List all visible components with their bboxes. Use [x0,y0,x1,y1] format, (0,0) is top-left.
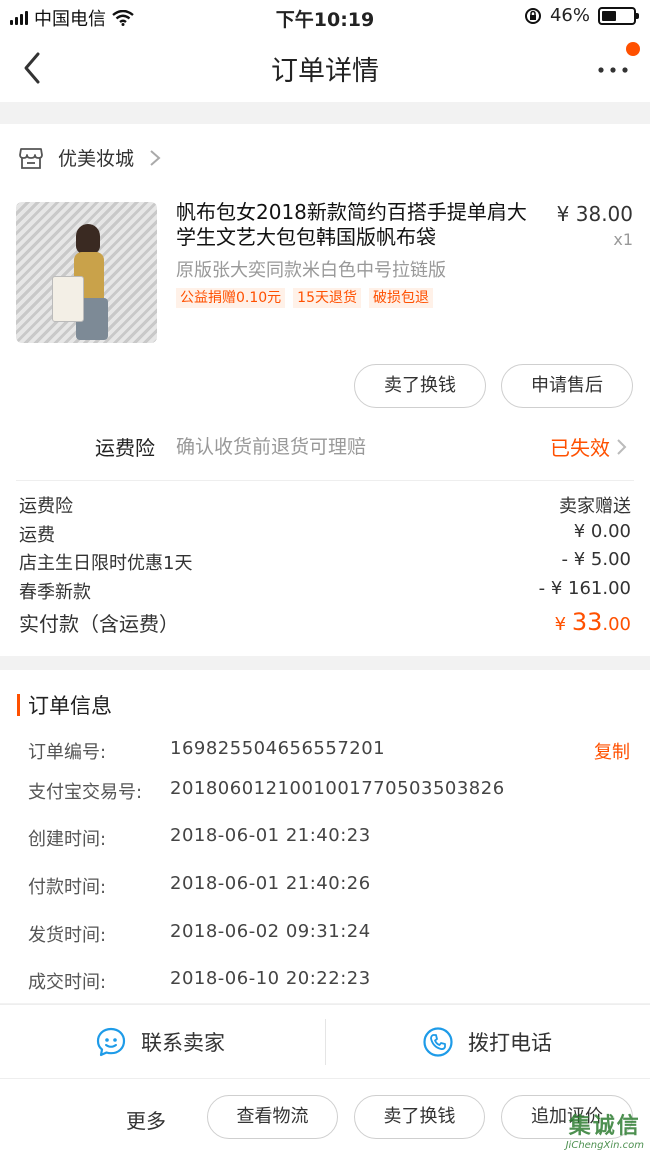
battery-percent: 46% [549,5,590,26]
product-sku: 原版张大奕同款米白色中号拉链版 [176,260,446,281]
tag-donation: 公益捐赠0.10元 [176,288,286,308]
nav-bar: 订单详情 [0,34,650,102]
order-info-header: 订单信息 [17,690,112,720]
info-key: 订单编号: [28,742,107,763]
info-key: 成交时间: [28,972,107,993]
info-value: 2018-06-01 21:40:26 [170,873,371,894]
call-phone-label: 拨打电话 [468,1031,552,1055]
watermark-text: 集诚信 [568,1114,641,1139]
total-currency: ¥ [554,614,572,635]
store-icon [19,147,43,169]
product-price: ¥ 38.00 [556,202,633,226]
total-decimal: .00 [602,614,631,635]
sell-for-cash-button[interactable]: 卖了换钱 [354,364,486,408]
fee-value: - ¥ 5.00 [561,549,631,570]
shipping-insurance-status[interactable]: 已失效 [550,432,628,461]
view-logistics-button[interactable]: 查看物流 [207,1095,338,1139]
section-accent-bar [17,694,20,716]
shipping-insurance-label: 运费险 [95,436,155,460]
after-sale-button[interactable]: 申请售后 [501,364,633,408]
fee-label: 店主生日限时优惠1天 [19,553,193,574]
chevron-right-icon [617,438,627,455]
call-phone-button[interactable]: 拨打电话 [422,1005,552,1079]
battery-icon [598,6,639,25]
shipping-insurance-desc: 确认收货前退货可理赔 [176,436,367,458]
tag-return: 15天退货 [293,288,361,308]
fee-row: 运费险 卖家赠送 [19,492,631,518]
rotation-lock-icon [524,7,541,24]
sell-for-cash-bottom-button[interactable]: 卖了换钱 [354,1095,485,1139]
contact-seller-button[interactable]: 联系卖家 [95,1005,225,1079]
fee-row: 店主生日限时优惠1天 - ¥ 5.00 [19,549,631,575]
more-actions-button[interactable]: 更多 [126,1105,166,1134]
copy-button[interactable]: 复制 [594,738,630,764]
shop-link[interactable]: 优美妆城 [18,144,162,171]
total-row: 实付款（含运费） ¥ 33.00 [19,608,631,637]
info-value: 2018-06-10 20:22:23 [170,968,371,989]
product-tags: 公益捐赠0.10元 15天退货 破损包退 [176,288,433,308]
fee-row: 运费 ¥ 0.00 [19,521,631,547]
bottom-action-bar: 更多 查看物流 卖了换钱 追加评价 集诚信 JiChengXin.com [0,1078,650,1155]
product-quantity: x1 [613,230,633,249]
fee-value: ¥ 0.00 [573,521,631,542]
phone-icon [423,1027,453,1057]
tag-damage: 破损包退 [369,288,433,308]
product-title[interactable]: 帆布包女2018新款简约百搭手提单肩大学生文艺大包包韩国版帆布袋 [176,200,538,250]
shop-name: 优美妆城 [58,148,135,170]
total-label: 实付款（含运费） [19,612,179,636]
fee-label: 运费 [19,525,55,546]
order-info-title: 订单信息 [28,694,112,718]
info-key: 付款时间: [28,877,107,898]
info-key: 支付宝交易号: [28,782,143,803]
fee-value: - ¥ 161.00 [538,578,631,599]
fee-row: 春季新款 - ¥ 161.00 [19,578,631,604]
info-key: 发货时间: [28,925,107,946]
more-icon[interactable] [596,50,630,86]
status-right: 46% [524,5,639,26]
fee-label: 运费险 [19,496,73,517]
page-title: 订单详情 [271,56,379,87]
info-value: 2018-06-02 09:31:24 [170,921,371,942]
total-amount: ¥ 33.00 [555,608,631,637]
status-bar: 中国电信 下午10:19 46% [0,0,650,34]
info-key: 创建时间: [28,829,107,850]
watermark-url: JiChengXin.com [565,1140,644,1151]
fee-label: 春季新款 [19,582,91,603]
info-value: 2018060121001001770503503826 [170,778,505,799]
divider [325,1019,326,1065]
chevron-right-icon [150,149,161,166]
order-item-card: 优美妆城 帆布包女2018新款简约百搭手提单肩大学生文艺大包包韩国版帆布袋 ¥ … [0,124,650,656]
contact-seller-label: 联系卖家 [141,1031,225,1055]
total-integer: 33 [571,608,603,636]
fee-value: 卖家赠送 [559,496,631,517]
chat-bubble-icon [96,1027,126,1057]
contact-bar: 联系卖家 拨打电话 [0,1004,650,1078]
product-image[interactable] [16,202,157,343]
watermark-logo: 集诚信 JiChengXin.com [566,1108,644,1151]
order-info-card: 订单信息 订单编号: 169825504656557201 复制 支付宝交易号:… [0,670,650,1003]
notification-dot [626,42,640,56]
info-value: 2018-06-01 21:40:23 [170,825,371,846]
info-value: 169825504656557201 [170,738,386,759]
divider [16,480,634,481]
insurance-status-text: 已失效 [550,436,610,460]
